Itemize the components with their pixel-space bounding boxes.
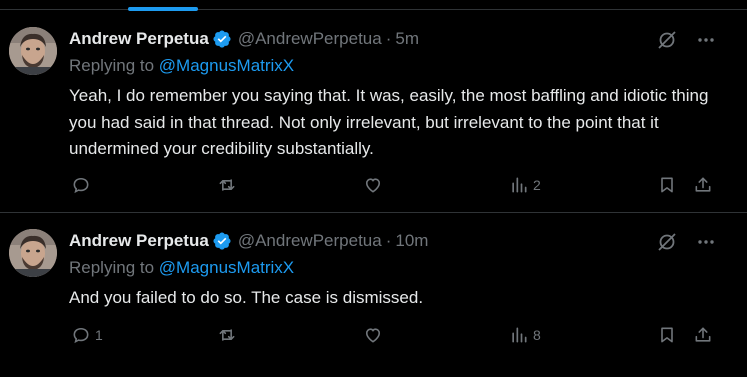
like-button[interactable]	[363, 323, 387, 347]
action-bar: 2	[69, 173, 717, 197]
separator-dot: ·	[385, 231, 392, 250]
user-handle[interactable]: @AndrewPerpetua	[238, 29, 382, 49]
action-bar: 1 8	[69, 323, 717, 347]
mention-link[interactable]: @MagnusMatrixX	[159, 258, 294, 277]
timestamp[interactable]: 5m	[395, 29, 419, 49]
grok-icon[interactable]	[656, 231, 678, 253]
top-tab-bar	[0, 0, 747, 11]
share-button[interactable]	[693, 323, 713, 347]
more-dots-icon[interactable]	[695, 231, 717, 253]
replying-prefix: Replying to	[69, 56, 155, 75]
views-bar-icon	[512, 327, 527, 343]
heart-icon	[365, 178, 381, 193]
replying-to: Replying to @MagnusMatrixX	[69, 56, 294, 76]
views-button[interactable]: 8	[509, 323, 541, 347]
share-icon	[695, 177, 711, 192]
tweet-text: Yeah, I do remember you saying that. It …	[69, 86, 709, 158]
tweet[interactable]: Andrew Perpetua @AndrewPerpetua · 10m Re…	[0, 213, 747, 377]
tab-bar-divider	[0, 9, 747, 10]
tweet[interactable]: Andrew Perpetua @AndrewPerpetua · 5m Rep…	[0, 11, 747, 213]
separator-dot: ·	[385, 29, 392, 48]
reply-button[interactable]: 1	[71, 323, 103, 347]
share-button[interactable]	[693, 173, 713, 197]
tweet-header: Andrew Perpetua @AndrewPerpetua · 10m	[69, 229, 428, 253]
retweet-button[interactable]	[217, 323, 241, 347]
tweet-text: And you failed to do so. The case is dis…	[69, 288, 424, 307]
retweet-icon	[219, 329, 235, 341]
timestamp[interactable]: 10m	[395, 231, 428, 251]
heart-icon	[365, 328, 381, 343]
tweet-header: Andrew Perpetua @AndrewPerpetua · 5m	[69, 27, 419, 51]
retweet-button[interactable]	[217, 173, 241, 197]
reply-bubble-icon	[73, 327, 89, 344]
display-name[interactable]: Andrew Perpetua	[69, 231, 209, 251]
replying-prefix: Replying to	[69, 258, 155, 277]
view-count: 8	[533, 327, 541, 343]
verified-badge-icon[interactable]	[212, 29, 232, 49]
views-button[interactable]: 2	[509, 173, 541, 197]
view-count: 2	[533, 177, 541, 193]
display-name[interactable]: Andrew Perpetua	[69, 29, 209, 49]
share-icon	[695, 327, 711, 342]
reply-count: 1	[95, 327, 103, 343]
replying-to: Replying to @MagnusMatrixX	[69, 258, 294, 278]
verified-badge-icon[interactable]	[212, 231, 232, 251]
grok-icon[interactable]	[656, 29, 678, 51]
retweet-icon	[219, 179, 235, 191]
mention-link[interactable]: @MagnusMatrixX	[159, 56, 294, 75]
reply-bubble-icon	[73, 177, 89, 194]
bookmark-icon	[661, 327, 673, 343]
views-bar-icon	[512, 177, 527, 193]
avatar[interactable]	[9, 229, 57, 277]
bookmark-button[interactable]	[657, 173, 677, 197]
like-button[interactable]	[363, 173, 387, 197]
bookmark-button[interactable]	[657, 323, 677, 347]
avatar[interactable]	[9, 27, 57, 75]
more-dots-icon[interactable]	[695, 29, 717, 51]
reply-button[interactable]	[71, 173, 95, 197]
user-handle[interactable]: @AndrewPerpetua	[238, 231, 382, 251]
bookmark-icon	[661, 177, 673, 193]
